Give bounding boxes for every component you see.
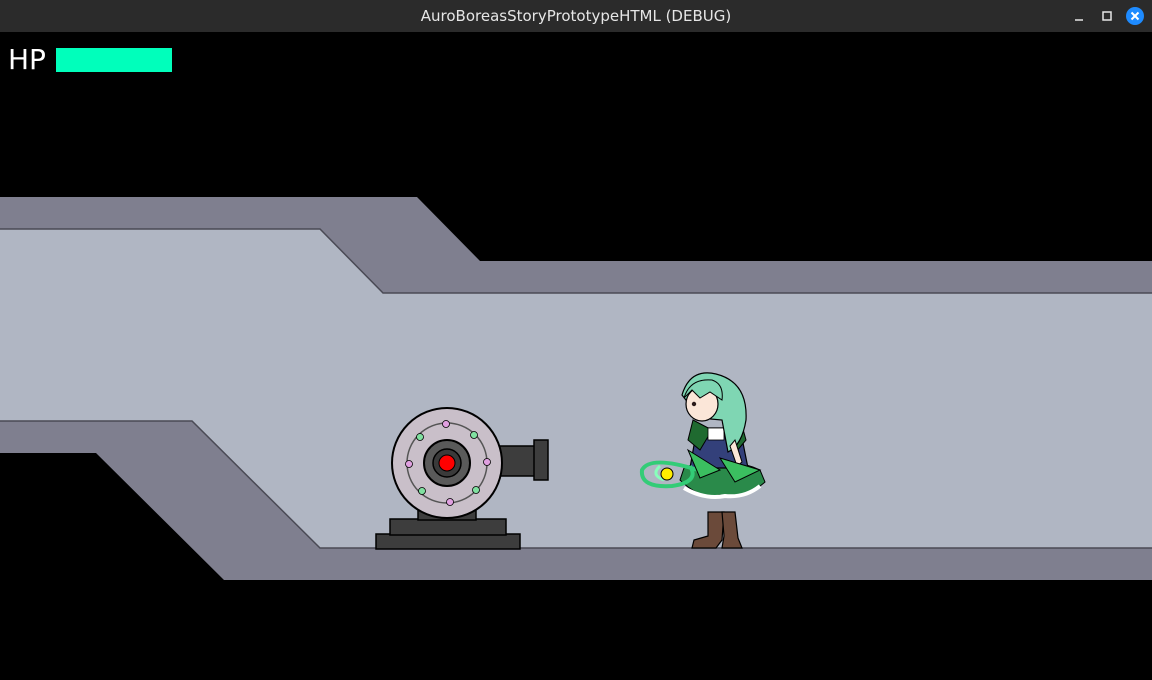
- game-canvas[interactable]: [0, 32, 1152, 680]
- maximize-icon: [1102, 11, 1112, 21]
- game-scene: [0, 197, 1152, 580]
- hp-label: HP: [8, 43, 46, 76]
- minimize-button[interactable]: [1070, 7, 1088, 25]
- window-titlebar[interactable]: AuroBoreasStoryPrototypeHTML (DEBUG): [0, 0, 1152, 32]
- minimize-icon: [1075, 19, 1083, 21]
- hp-bar: [56, 48, 172, 72]
- window-title: AuroBoreasStoryPrototypeHTML (DEBUG): [420, 7, 732, 25]
- close-icon: [1126, 7, 1144, 25]
- hp-bar-fill: [56, 48, 172, 72]
- close-button[interactable]: [1126, 7, 1144, 25]
- maximize-button[interactable]: [1098, 7, 1116, 25]
